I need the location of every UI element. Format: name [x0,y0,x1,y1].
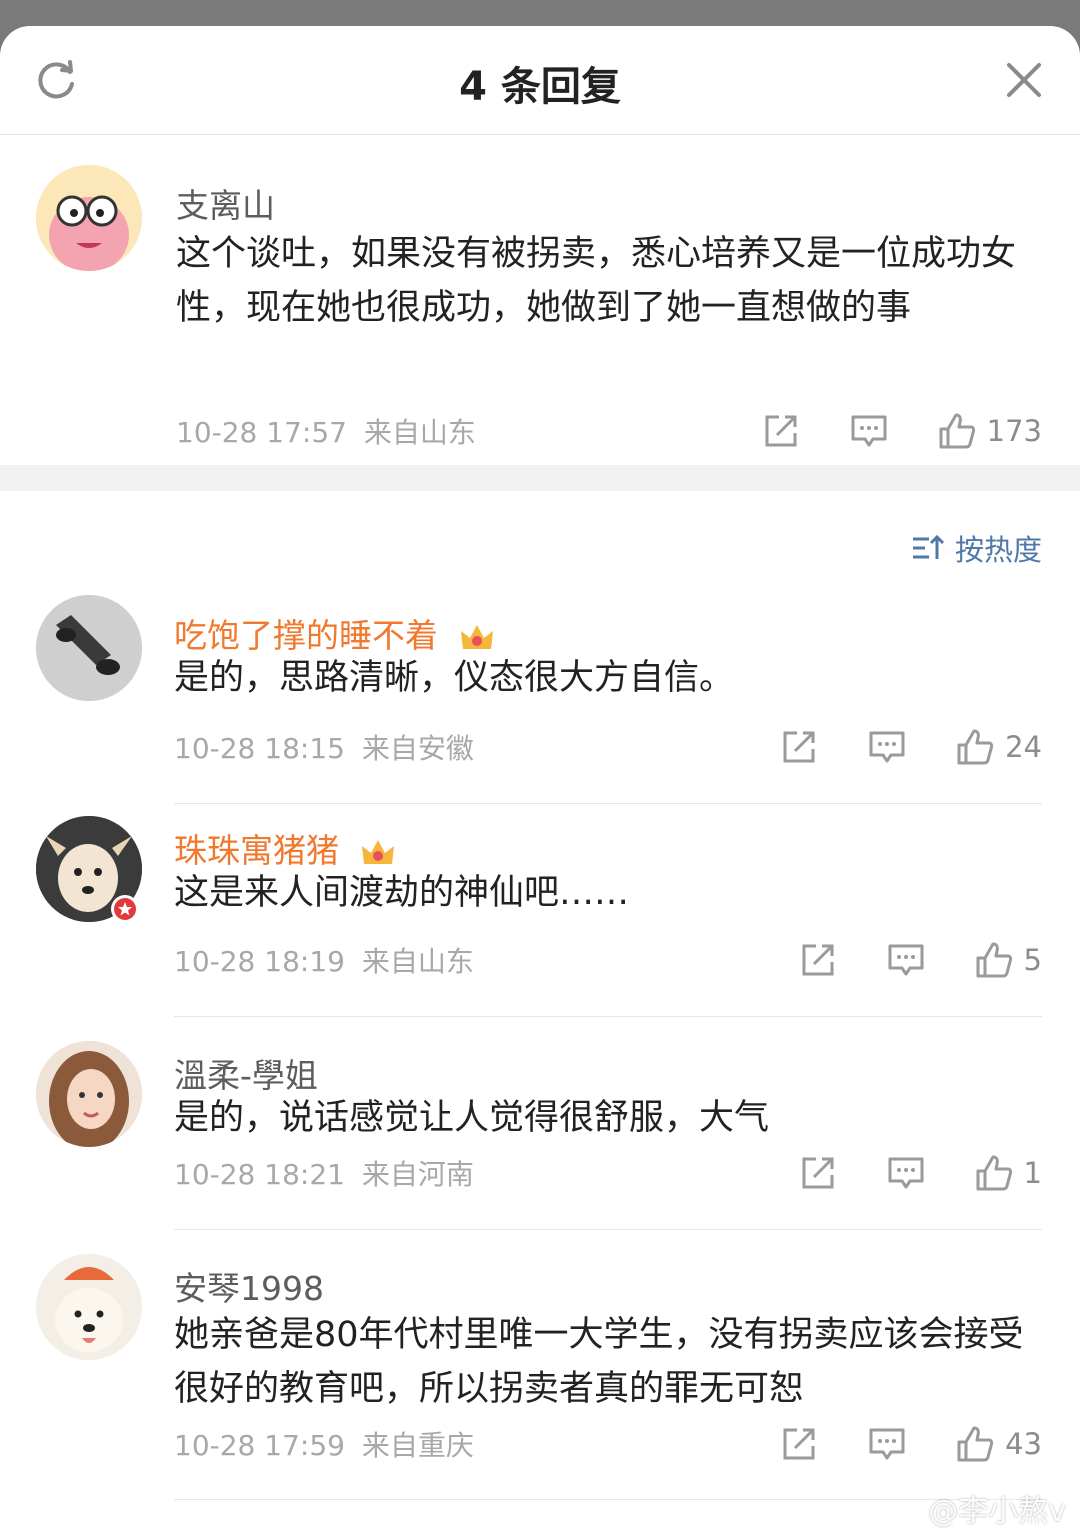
list-item: 珠珠寓猪猪 这是来人间渡劫的神仙吧…… 10-28 18:19 来自山东 5 [0,804,1080,1017]
avatar-image [36,1254,142,1360]
like-count: 5 [1023,943,1042,977]
comment-meta: 10-28 18:19 来自山东 [174,940,474,980]
share-icon[interactable] [779,1424,819,1464]
comment-time: 10-28 18:15 [174,732,345,765]
like-icon[interactable] [974,1153,1014,1193]
comment-actions: 43 [779,1422,1042,1466]
share-icon[interactable] [798,1153,838,1193]
comment-actions: 24 [779,725,1042,769]
like-icon[interactable] [937,411,977,451]
commenter-name[interactable]: 珠珠寓猪猪 [174,824,396,872]
avatar[interactable] [36,1041,142,1147]
vip-crown-icon [460,624,493,649]
list-item: 安琴1998 她亲爸是80年代村里唯一大学生，没有拐卖应该会接受很好的教育吧，所… [0,1230,1080,1500]
commenter-name-text: 珠珠寓猪猪 [174,831,339,870]
section-divider [0,465,1080,491]
share-icon[interactable] [761,411,801,451]
comment-icon[interactable] [867,727,907,767]
like-icon[interactable] [955,727,995,767]
comment-location: 来自安徽 [361,732,474,765]
comment-time: 10-28 18:19 [174,945,345,978]
comment-text: 是的，思路清晰，仪态很大方自信。 [174,658,735,698]
avatar-image [36,595,142,701]
comment-meta: 10-28 17:59 来自重庆 [174,1424,474,1464]
sort-by-hot-button[interactable]: 按热度 [911,527,1042,569]
comment-icon[interactable] [886,940,926,980]
sheet-header: 4 条回复 [0,26,1080,135]
list-item: 吃饱了撑的睡不着 是的，思路清晰，仪态很大方自信。 10-28 18:15 来自… [0,591,1080,804]
like-icon[interactable] [955,1424,995,1464]
comment-text: 是的，说话感觉让人觉得很舒服，大气 [174,1098,770,1138]
page-title: 4 条回复 [459,64,621,110]
comment-time: 10-28 17:59 [174,1429,345,1462]
avatar-image [36,1041,142,1147]
comment-location: 来自重庆 [361,1429,474,1462]
watermark: @李小熬v [928,1494,1066,1529]
comment-actions: 173 [761,409,1042,453]
comment-text: 这个谈吐，如果没有被拐卖，悉心培养又是一位成功女性，现在她也很成功，她做到了她一… [176,234,1017,328]
share-icon[interactable] [798,940,838,980]
close-icon[interactable] [1006,62,1042,98]
reply-sheet: 4 条回复 支离山 这个谈吐，如果没有被拐卖，悉心培养又是一位成功女性，现在她也… [0,26,1080,1538]
commenter-name[interactable]: 支离山 [176,179,275,227]
like-count: 24 [1005,730,1042,764]
comment-text: 她亲爸是80年代村里唯一大学生，没有拐卖应该会接受很好的教育吧，所以拐卖者真的罪… [174,1315,1024,1409]
like-count: 1 [1023,1156,1042,1190]
commenter-name[interactable]: 吃饱了撑的睡不着 [174,609,495,657]
avatar[interactable] [36,1254,142,1360]
comment-time: 10-28 17:57 [176,416,347,449]
like-count: 173 [986,414,1042,448]
comment-text: 这是来人间渡劫的神仙吧…… [174,873,630,913]
comment-icon[interactable] [867,1424,907,1464]
commenter-name[interactable]: 溫柔-學姐 [174,1049,318,1097]
comment-location: 来自山东 [361,945,474,978]
commenter-name-text: 吃饱了撑的睡不着 [174,616,438,655]
like-icon[interactable] [974,940,1014,980]
comment-actions: 1 [798,1151,1042,1195]
avatar[interactable] [36,595,142,701]
comment-location: 来自山东 [363,416,476,449]
sort-icon [912,534,945,559]
list-item: 溫柔-學姐 是的，说话感觉让人觉得很舒服，大气 10-28 18:21 来自河南… [0,1017,1080,1230]
comment-time: 10-28 18:21 [174,1158,345,1191]
avatar[interactable] [36,165,142,271]
commenter-name[interactable]: 安琴1998 [174,1262,324,1310]
comment-icon[interactable] [849,411,889,451]
vip-crown-icon [361,839,394,864]
verified-badge-icon [111,895,139,923]
comment-actions: 5 [798,938,1042,982]
comment-icon[interactable] [886,1153,926,1193]
divider [174,1499,1042,1500]
like-count: 43 [1005,1427,1042,1461]
comment-meta: 10-28 17:57 来自山东 [176,411,476,451]
comment-meta: 10-28 18:15 来自安徽 [174,727,474,767]
sort-row: 按热度 [0,491,1080,591]
comment-location: 来自河南 [361,1158,474,1191]
comment-meta: 10-28 18:21 来自河南 [174,1153,474,1193]
root-comment: 支离山 这个谈吐，如果没有被拐卖，悉心培养又是一位成功女性，现在她也很成功，她做… [0,135,1080,465]
share-icon[interactable] [779,727,819,767]
sort-label: 按热度 [954,533,1042,567]
avatar-image [36,165,142,271]
